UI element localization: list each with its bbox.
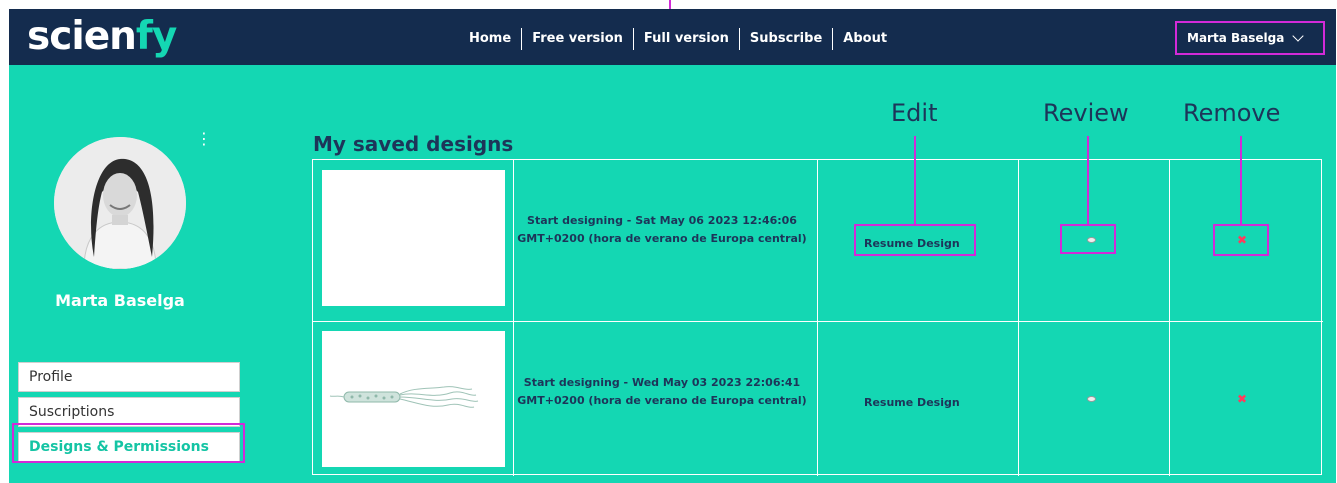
design-description: Start designing - Wed May 03 2023 22:06:… (517, 376, 807, 407)
highlight-box-remove (1213, 224, 1269, 256)
avatar (54, 137, 186, 269)
nav-free-version[interactable]: Free version (522, 29, 633, 49)
resume-design-button[interactable]: Resume Design (864, 396, 960, 409)
chevron-down-icon (1292, 29, 1304, 42)
eye-icon[interactable] (1087, 396, 1096, 402)
highlight-box-review (1060, 224, 1116, 254)
column-label-remove: Remove (1183, 99, 1281, 127)
user-menu-name: Marta Baselga (1187, 31, 1285, 45)
main-nav: Home Free version Full version Subscribe… (459, 28, 897, 50)
user-menu-dropdown[interactable]: Marta Baselga (1175, 21, 1325, 55)
logo-text-fy: fy (135, 14, 177, 59)
page-title: My saved designs (313, 132, 514, 156)
design-thumbnail[interactable] (322, 170, 505, 306)
avatar-photo (54, 137, 186, 269)
highlight-box-designs-permissions (12, 423, 245, 463)
annotation-pointer-review (1087, 136, 1089, 224)
more-vertical-icon[interactable]: ⋮ (196, 131, 212, 147)
table-divider (1169, 160, 1170, 476)
annotation-pointer-remove (1240, 136, 1242, 224)
close-icon[interactable]: ✖ (1237, 393, 1247, 405)
annotation-pointer-edit (914, 136, 916, 224)
design-description: Start designing - Sat May 06 2023 12:46:… (517, 214, 807, 245)
nav-home[interactable]: Home (459, 29, 521, 49)
table-divider (313, 321, 1323, 322)
bacterium-illustration (329, 386, 479, 408)
logo-text-scien: scien (27, 14, 137, 59)
table-divider (513, 160, 514, 476)
column-label-edit: Edit (891, 99, 938, 127)
nav-subscribe[interactable]: Subscribe (740, 29, 832, 49)
table-divider (1018, 160, 1019, 476)
table-divider (817, 160, 818, 476)
highlight-box-edit (854, 224, 976, 256)
sidebar-item-profile[interactable]: Profile (18, 362, 240, 392)
column-label-review: Review (1043, 99, 1129, 127)
profile-name: Marta Baselga (55, 291, 185, 310)
nav-about[interactable]: About (833, 29, 897, 49)
nav-full-version[interactable]: Full version (634, 29, 739, 49)
top-navigation-bar: scienfy Home Free version Full version S… (9, 9, 1336, 65)
scienfy-logo[interactable]: scienfy (27, 14, 177, 60)
design-thumbnail[interactable] (322, 331, 505, 467)
